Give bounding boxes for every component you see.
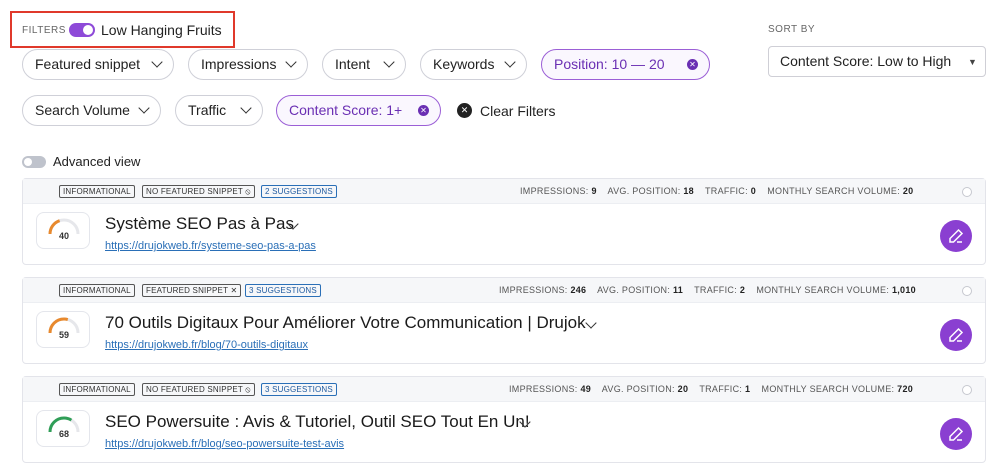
- chip-label: Content Score: 1+: [289, 102, 403, 118]
- traffic-label: TRAFFIC:: [705, 186, 748, 196]
- row-url[interactable]: https://drujokweb.fr/systeme-seo-pas-a-p…: [105, 240, 316, 252]
- result-row: INFORMATIONAL NO FEATURED SNIPPET ⦸ 3 SU…: [22, 376, 986, 463]
- chip-label: Intent: [335, 56, 371, 72]
- result-row: INFORMATIONAL NO FEATURED SNIPPET ⦸ 2 SU…: [22, 178, 986, 265]
- row-header: INFORMATIONAL NO FEATURED SNIPPET ⦸ 3 SU…: [23, 377, 985, 402]
- content-score-gauge: 68: [36, 410, 90, 447]
- row-select-radio[interactable]: [962, 187, 972, 197]
- chevron-down-icon: [240, 102, 252, 114]
- chip-label: Impressions: [201, 56, 277, 72]
- row-header: INFORMATIONAL NO FEATURED SNIPPET ⦸ 2 SU…: [23, 179, 985, 204]
- content-score-value: 59: [58, 330, 69, 340]
- content-score-gauge: 59: [36, 311, 90, 348]
- filter-traffic[interactable]: Traffic: [175, 95, 263, 126]
- row-select-radio[interactable]: [962, 286, 972, 296]
- suggestions-tag[interactable]: 2 SUGGESTIONS: [261, 185, 337, 198]
- traffic-value: 2: [739, 285, 746, 295]
- featured-snippet-tag: NO FEATURED SNIPPET ⦸: [142, 383, 255, 396]
- edit-icon: [949, 426, 964, 441]
- advanced-view-toggle[interactable]: [22, 156, 46, 168]
- avg-position-value: 20: [677, 384, 689, 394]
- monthly-search-volume-label: MONTHLY SEARCH VOLUME:: [756, 285, 890, 295]
- traffic-value: 0: [750, 186, 757, 196]
- row-select-radio[interactable]: [962, 385, 972, 395]
- edit-button[interactable]: [940, 319, 972, 351]
- impressions-value: 49: [580, 384, 592, 394]
- suggestions-tag[interactable]: 3 SUGGESTIONS: [245, 284, 321, 297]
- content-score-value: 68: [58, 429, 69, 439]
- row-url[interactable]: https://drujokweb.fr/blog/seo-powersuite…: [105, 438, 344, 450]
- filter-keywords[interactable]: Keywords: [420, 49, 527, 80]
- close-icon: ✕: [457, 103, 472, 118]
- chip-label: Traffic: [188, 102, 227, 118]
- featured-snippet-tag: FEATURED SNIPPET ✕: [142, 284, 242, 297]
- impressions-label: IMPRESSIONS:: [520, 186, 589, 196]
- edit-button[interactable]: [940, 418, 972, 450]
- traffic-value: 1: [745, 384, 751, 394]
- avg-position-label: AVG. POSITION:: [607, 186, 681, 196]
- intent-tag: INFORMATIONAL: [59, 284, 135, 297]
- intent-tag: INFORMATIONAL: [59, 383, 135, 396]
- impressions-value: 9: [591, 186, 597, 196]
- highlight-annotation-box: [10, 11, 235, 48]
- edit-icon: [949, 228, 964, 243]
- filter-featured-snippet[interactable]: Featured snippet: [22, 49, 174, 80]
- avg-position-value: 18: [683, 186, 694, 196]
- suggestions-tag[interactable]: 3 SUGGESTIONS: [261, 383, 337, 396]
- remove-filter-icon[interactable]: ✕: [418, 105, 429, 116]
- content-score-gauge: 40: [36, 212, 90, 249]
- filter-position[interactable]: Position: 10 — 20 ✕: [541, 49, 710, 80]
- metrics: IMPRESSIONS: 246 AVG. POSITION: 11 TRAFF…: [499, 285, 916, 295]
- featured-snippet-tag: NO FEATURED SNIPPET ⦸: [142, 185, 255, 198]
- avg-position-value: 11: [672, 285, 684, 295]
- chevron-down-icon: [504, 56, 516, 68]
- remove-filter-icon[interactable]: ✕: [687, 59, 698, 70]
- chip-label: Search Volume: [35, 102, 130, 118]
- row-title[interactable]: Système SEO Pas à Pas: [105, 214, 294, 234]
- monthly-search-volume-value: 1,010: [891, 285, 916, 295]
- monthly-search-volume-value: 720: [897, 384, 914, 394]
- chevron-down-icon: ▼: [968, 57, 977, 67]
- result-row: INFORMATIONAL FEATURED SNIPPET ✕ 3 SUGGE…: [22, 277, 986, 364]
- monthly-search-volume-label: MONTHLY SEARCH VOLUME:: [767, 186, 901, 196]
- chevron-down-icon: [138, 102, 150, 114]
- filter-search-volume[interactable]: Search Volume: [22, 95, 161, 126]
- monthly-search-volume-value: 20: [902, 186, 914, 196]
- row-title[interactable]: SEO Powersuite : Avis & Tutoriel, Outil …: [105, 412, 530, 432]
- row-url[interactable]: https://drujokweb.fr/blog/70-outils-digi…: [105, 339, 308, 351]
- avg-position-label: AVG. POSITION:: [597, 285, 671, 295]
- traffic-label: TRAFFIC:: [694, 285, 738, 295]
- chevron-down-icon: [285, 56, 297, 68]
- filter-impressions[interactable]: Impressions: [188, 49, 308, 80]
- impressions-label: IMPRESSIONS:: [509, 384, 578, 394]
- edit-icon: [949, 327, 964, 342]
- impressions-value: 246: [570, 285, 587, 295]
- filter-content-score[interactable]: Content Score: 1+ ✕: [276, 95, 441, 126]
- metrics: IMPRESSIONS: 9 AVG. POSITION: 18 TRAFFIC…: [520, 186, 913, 196]
- chip-label: Position: 10 — 20: [554, 56, 665, 72]
- chip-label: Featured snippet: [35, 56, 141, 72]
- sort-by-label: SORT BY: [768, 24, 816, 35]
- edit-button[interactable]: [940, 220, 972, 252]
- impressions-label: IMPRESSIONS:: [499, 285, 568, 295]
- advanced-view-label: Advanced view: [53, 154, 141, 169]
- chevron-down-icon: [151, 56, 163, 68]
- clear-filters-label: Clear Filters: [480, 103, 556, 119]
- sort-by-select[interactable]: Content Score: Low to High: [768, 46, 986, 77]
- traffic-label: TRAFFIC:: [699, 384, 743, 394]
- metrics: IMPRESSIONS: 49 AVG. POSITION: 20 TRAFFI…: [509, 384, 913, 394]
- intent-tag: INFORMATIONAL: [59, 185, 135, 198]
- monthly-search-volume-label: MONTHLY SEARCH VOLUME:: [761, 384, 895, 394]
- content-score-value: 40: [58, 231, 69, 241]
- avg-position-label: AVG. POSITION:: [601, 384, 675, 394]
- row-title[interactable]: 70 Outils Digitaux Pour Améliorer Votre …: [105, 313, 586, 333]
- filter-intent[interactable]: Intent: [322, 49, 406, 80]
- chip-label: Keywords: [433, 56, 495, 72]
- chevron-down-icon: [383, 56, 395, 68]
- chevron-down-icon[interactable]: [585, 317, 597, 329]
- row-header: INFORMATIONAL FEATURED SNIPPET ✕ 3 SUGGE…: [23, 278, 985, 303]
